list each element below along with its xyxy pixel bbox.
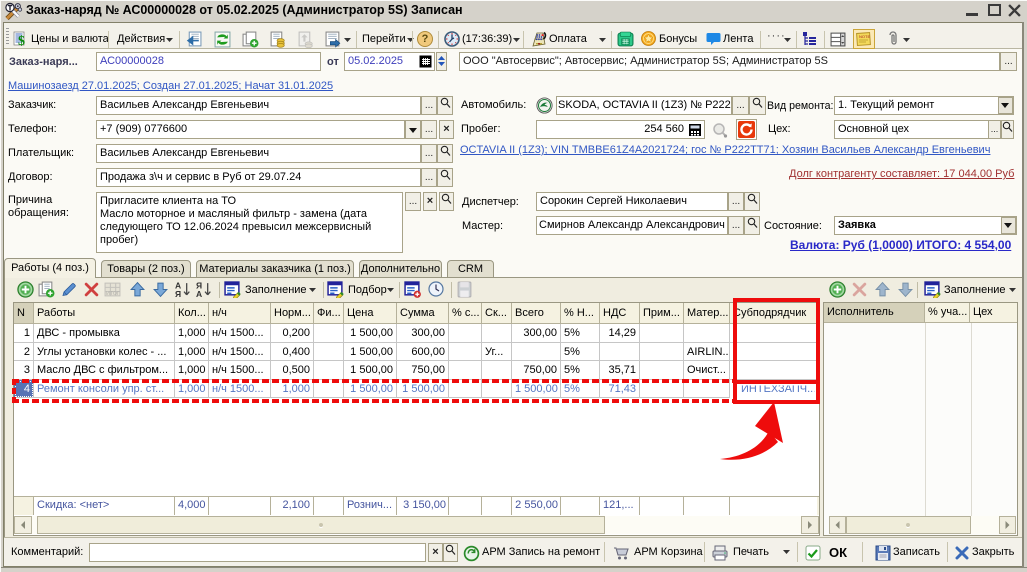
svg-text:NOTE: NOTE (859, 34, 870, 39)
svg-text:ИТОГ: ИТОГ (106, 291, 120, 297)
svg-text:А: А (196, 289, 202, 298)
svg-text:Я: Я (175, 289, 181, 298)
svg-text:$: $ (18, 34, 25, 47)
